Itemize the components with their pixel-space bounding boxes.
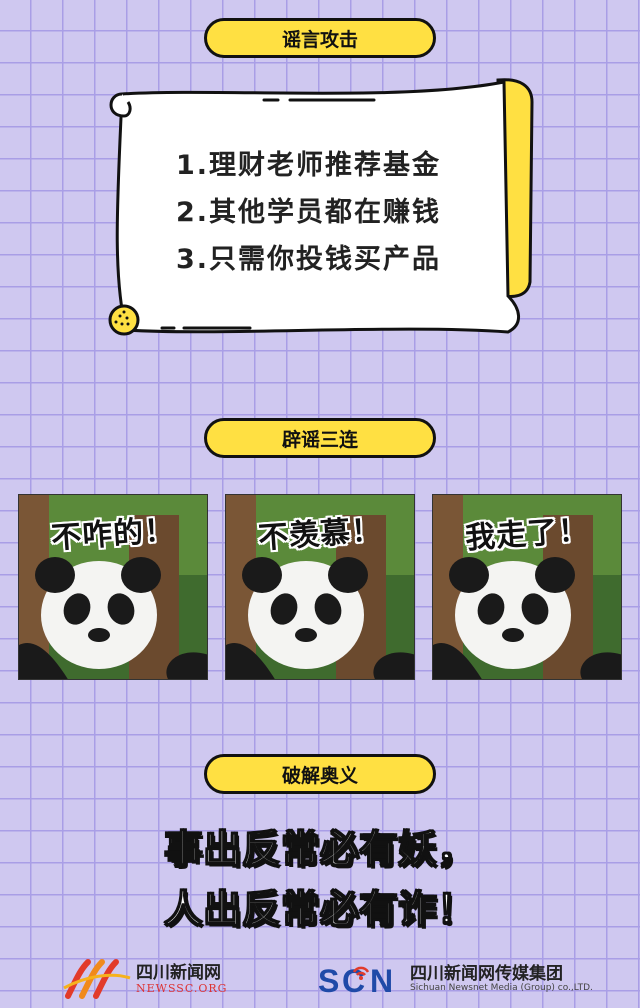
scn-group-name: 四川新闻网传媒集团 [410, 964, 563, 984]
rumor-scroll: 1.理财老师推荐基金 2.其他学员都在赚钱 3.只需你投钱买产品 [100, 72, 540, 344]
rumor-item: 3.只需你投钱买产品 [176, 244, 442, 275]
reveal-title: 破解奥义 [204, 754, 436, 794]
panda-meme-card: 不咋的！ [18, 494, 208, 680]
newssc-domain: NEWSSC.ORG [136, 981, 228, 995]
panda-meme-card: 我走了！ [432, 494, 622, 680]
svg-text:N: N [370, 963, 393, 996]
newssc-name: 四川新闻网 [136, 962, 221, 983]
svg-text:S: S [318, 963, 339, 996]
rumor-item: 2.其他学员都在赚钱 [176, 197, 442, 228]
scn-group-logo: S C N 四川新闻网传媒集团 Sichuan Newsnet Media (G… [318, 958, 593, 1000]
conclusion-line-2: 人出反常必有诈！ [163, 886, 476, 932]
scn-group-english: Sichuan Newsnet Media (Group) co.,LTD. [410, 983, 593, 993]
conclusion-line-1: 事出反常必有妖， [163, 826, 476, 872]
debunk-title: 辟谣三连 [204, 418, 436, 458]
rumor-item: 1.理财老师推荐基金 [176, 150, 442, 181]
panda-meme-row: 不咋的！ 不羡慕！ 我走了！ [18, 494, 626, 680]
rumor-list: 1.理财老师推荐基金 2.其他学员都在赚钱 3.只需你投钱买产品 [176, 142, 506, 283]
newssc-logo: 四川新闻网 NEWSSC.ORG [62, 958, 227, 1000]
scn-logo-icon: S C N [318, 963, 393, 996]
rumor-attack-title: 谣言攻击 [204, 18, 436, 58]
newssc-logo-icon [63, 959, 131, 999]
panda-meme-card: 不羡慕！ [225, 494, 415, 680]
